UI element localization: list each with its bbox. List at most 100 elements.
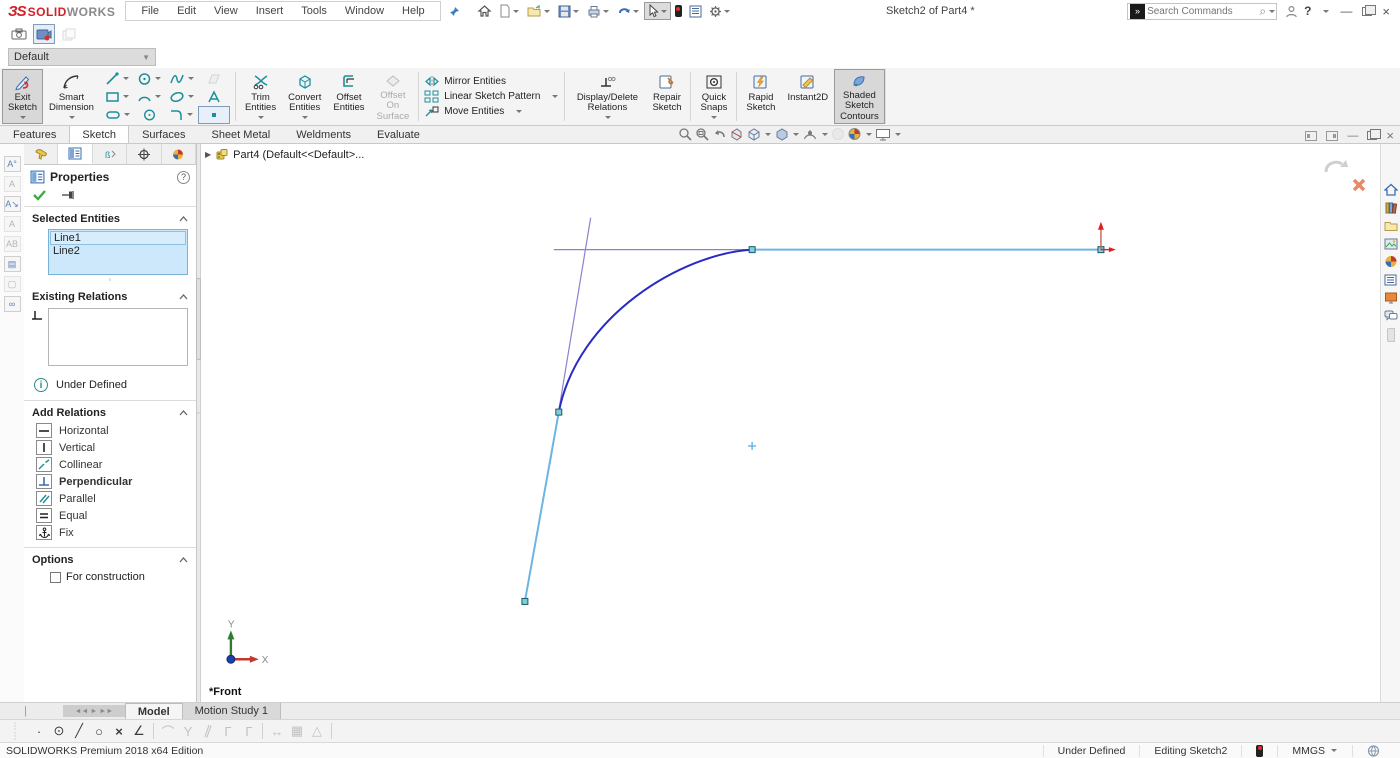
menu-help[interactable]: Help <box>393 3 434 19</box>
tab-evaluate[interactable]: Evaluate <box>364 125 433 143</box>
for-construction-checkbox[interactable] <box>50 572 61 583</box>
custom-properties-icon[interactable] <box>1383 272 1399 287</box>
sketch-plane-tool[interactable] <box>198 70 230 88</box>
options-header[interactable]: Options <box>24 548 196 569</box>
block-tool-icon[interactable]: ▢ <box>4 276 21 292</box>
solidworks-resources-icon[interactable] <box>1383 182 1399 197</box>
zoom-to-fit-icon[interactable] <box>678 127 693 141</box>
tab-sheet-metal[interactable]: Sheet Metal <box>198 125 283 143</box>
selected-entities-header[interactable]: Selected Entities <box>24 207 196 228</box>
collapse-left-pane-icon[interactable] <box>1305 131 1317 141</box>
tab-surfaces[interactable]: Surfaces <box>129 125 198 143</box>
slot-tool[interactable] <box>102 106 134 124</box>
quick-snaps-dropdown[interactable] <box>711 116 717 122</box>
existing-relations-list[interactable] <box>48 308 188 366</box>
offset-on-surface-button[interactable]: Offset On Surface <box>371 69 416 124</box>
convert-entities-button[interactable]: Convert Entities <box>282 69 327 124</box>
sketch-geometry[interactable]: Y X <box>201 144 1380 700</box>
cancel-sketch-icon[interactable] <box>1354 180 1364 190</box>
format-painter-tool-icon[interactable]: A↘ <box>4 196 21 212</box>
view-orientation-icon[interactable] <box>746 127 761 141</box>
tab-sketch[interactable]: Sketch <box>69 125 129 143</box>
ortho-snap-icon[interactable]: Γ <box>239 722 257 740</box>
fillet-curve[interactable] <box>559 250 752 412</box>
fillet-tool[interactable] <box>166 106 198 124</box>
view-palette-icon[interactable] <box>1383 236 1399 251</box>
relation-perpendicular[interactable]: Perpendicular <box>24 473 196 490</box>
task-pane-handle[interactable] <box>1387 328 1395 342</box>
tab-motion-study-1[interactable]: Motion Study 1 <box>183 703 281 720</box>
search-input[interactable] <box>1147 6 1258 17</box>
spline-tool[interactable] <box>166 70 198 88</box>
confirmation-corner[interactable] <box>1322 158 1368 194</box>
display-delete-dropdown[interactable] <box>605 116 611 122</box>
list-resize-handle[interactable]: ◦ <box>24 277 196 285</box>
vertex-marker[interactable] <box>522 598 528 604</box>
save-button[interactable] <box>555 2 583 20</box>
apply-scene-icon[interactable] <box>847 127 862 141</box>
exit-sketch-corner-icon[interactable] <box>1326 162 1342 172</box>
select-cursor-button[interactable] <box>644 2 671 20</box>
menu-file[interactable]: File <box>132 3 168 19</box>
dimxpert-manager-tab[interactable] <box>127 144 161 164</box>
vertex-marker[interactable] <box>556 409 562 415</box>
restore-button[interactable] <box>1362 7 1372 16</box>
menu-insert[interactable]: Insert <box>247 3 293 19</box>
window-close-icon[interactable]: × <box>1386 128 1394 143</box>
polygon-tool[interactable] <box>134 106 166 124</box>
for-construction-option[interactable]: For construction <box>24 569 196 583</box>
appearances-scenes-icon[interactable] <box>1383 254 1399 269</box>
previous-view-icon[interactable] <box>712 127 727 141</box>
display-style-dropdown[interactable] <box>793 133 799 139</box>
help-button[interactable]: ? <box>1304 4 1311 18</box>
sketch-point[interactable] <box>748 442 756 450</box>
document-properties-button[interactable] <box>686 2 705 20</box>
open-document-button[interactable] <box>524 2 554 20</box>
angle-sketch-snap-icon[interactable]: △ <box>308 722 326 740</box>
window-minimize-icon[interactable]: — <box>1347 130 1358 142</box>
rapid-sketch-button[interactable]: Rapid Sketch <box>740 69 781 124</box>
sketch-line2[interactable] <box>525 412 559 601</box>
line-snap-icon[interactable]: ╱ <box>70 722 88 740</box>
mirror-entities-button[interactable]: Mirror Entities <box>424 75 559 88</box>
shaded-sketch-contours-button[interactable]: Shaded Sketch Contours <box>834 69 885 124</box>
image-tool-icon[interactable]: ▤ <box>4 256 21 272</box>
relation-fix[interactable]: Fix <box>24 524 196 541</box>
instant2d-button[interactable]: Instant2D <box>781 69 834 124</box>
view-settings-icon[interactable] <box>875 128 891 141</box>
tab-scroll-control[interactable]: ◄◄ ► ►► <box>63 705 125 717</box>
length-snap-icon[interactable]: ↔ <box>268 722 286 740</box>
smart-dimension-dropdown[interactable] <box>69 116 75 122</box>
solidworks-forum-icon[interactable] <box>1383 290 1399 305</box>
trim-entities-dropdown[interactable] <box>258 116 264 122</box>
note-tool-icon[interactable]: A° <box>4 156 21 172</box>
units-selector[interactable]: MMGS <box>1277 745 1352 757</box>
relation-equal[interactable]: Equal <box>24 507 196 524</box>
undo-button[interactable] <box>614 2 643 20</box>
point-tool[interactable] <box>198 106 230 124</box>
view-settings-dropdown[interactable] <box>895 133 901 139</box>
performance-evaluation-icon[interactable] <box>672 2 685 20</box>
help-dropdown-icon[interactable] <box>1323 10 1329 16</box>
existing-relations-header[interactable]: Existing Relations <box>24 285 196 306</box>
add-relations-header[interactable]: Add Relations <box>24 401 196 422</box>
circle-tool[interactable] <box>134 70 166 88</box>
weld-symbol-tool-icon[interactable]: A <box>4 216 21 232</box>
copy-window-icon[interactable] <box>58 24 80 44</box>
chain-dimension-tool-icon[interactable]: ∞ <box>4 296 21 312</box>
toolbar-drag-handle[interactable]: ⋯⋯ <box>10 721 21 741</box>
relation-horizontal[interactable]: Horizontal <box>24 422 196 439</box>
surface-finish-tool-icon[interactable]: AB <box>4 236 21 252</box>
display-style-icon[interactable] <box>774 127 789 141</box>
tab-weldments[interactable]: Weldments <box>283 125 364 143</box>
search-dropdown-icon[interactable] <box>1269 10 1275 16</box>
relation-vertical[interactable]: Vertical <box>24 439 196 456</box>
sketch-origin[interactable] <box>1098 222 1116 252</box>
linear-pattern-dropdown[interactable] <box>552 95 558 101</box>
line-tool[interactable] <box>102 70 134 88</box>
center-point-snap-icon[interactable]: ⊙ <box>50 722 68 740</box>
search-commands-box[interactable]: » ⌕ <box>1127 3 1277 20</box>
smart-dimension-button[interactable]: Smart Dimension <box>43 69 100 124</box>
repair-sketch-button[interactable]: Repair Sketch <box>646 69 687 124</box>
collapse-right-pane-icon[interactable] <box>1326 131 1338 141</box>
